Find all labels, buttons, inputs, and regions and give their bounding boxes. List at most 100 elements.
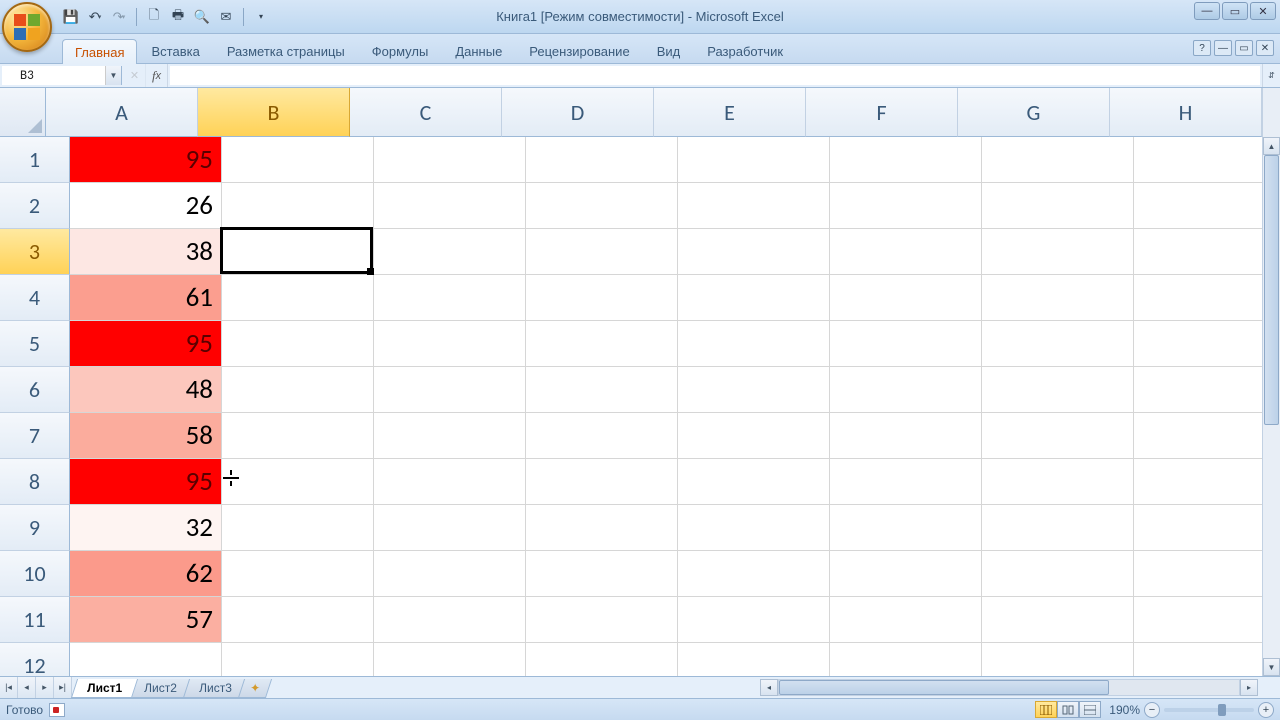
cell-F10[interactable] <box>830 551 982 597</box>
column-header-C[interactable]: C <box>350 88 502 137</box>
cell-C6[interactable] <box>374 367 526 413</box>
column-header-E[interactable]: E <box>654 88 806 137</box>
view-normal-button[interactable] <box>1035 701 1057 718</box>
cell-E3[interactable] <box>678 229 830 275</box>
column-header-A[interactable]: A <box>46 88 198 137</box>
cell-A5[interactable]: 95 <box>70 321 222 367</box>
cell-H8[interactable] <box>1134 459 1262 505</box>
cell-H4[interactable] <box>1134 275 1262 321</box>
cell-E4[interactable] <box>678 275 830 321</box>
office-button[interactable] <box>2 2 62 57</box>
hscroll-left-icon[interactable]: ◂ <box>760 679 778 696</box>
cell-E12[interactable] <box>678 643 830 676</box>
column-header-G[interactable]: G <box>958 88 1110 137</box>
zoom-in-button[interactable]: + <box>1258 702 1274 718</box>
cell-C3[interactable] <box>374 229 526 275</box>
cell-A2[interactable]: 26 <box>70 183 222 229</box>
cell-C4[interactable] <box>374 275 526 321</box>
cell-G4[interactable] <box>982 275 1134 321</box>
cell-E6[interactable] <box>678 367 830 413</box>
horizontal-scrollbar[interactable]: ◂ ▸ <box>760 679 1258 696</box>
row-header-1[interactable]: 1 <box>0 137 70 183</box>
cell-C8[interactable] <box>374 459 526 505</box>
cell-D8[interactable] <box>526 459 678 505</box>
cell-G2[interactable] <box>982 183 1134 229</box>
cell-B7[interactable] <box>222 413 374 459</box>
email-icon[interactable]: ✉ <box>217 8 235 26</box>
cell-G9[interactable] <box>982 505 1134 551</box>
cell-D5[interactable] <box>526 321 678 367</box>
cell-A12[interactable] <box>70 643 222 676</box>
row-header-10[interactable]: 10 <box>0 551 70 597</box>
redo-icon[interactable]: ↷▾ <box>110 8 128 26</box>
cell-B3[interactable] <box>222 229 374 275</box>
cell-H9[interactable] <box>1134 505 1262 551</box>
cell-D12[interactable] <box>526 643 678 676</box>
print-icon[interactable]: 🖶 <box>169 8 187 26</box>
cell-C11[interactable] <box>374 597 526 643</box>
cell-F2[interactable] <box>830 183 982 229</box>
cell-D9[interactable] <box>526 505 678 551</box>
column-header-H[interactable]: H <box>1110 88 1262 137</box>
cell-B8[interactable] <box>222 459 374 505</box>
cell-G11[interactable] <box>982 597 1134 643</box>
cell-A3[interactable]: 38 <box>70 229 222 275</box>
cell-B11[interactable] <box>222 597 374 643</box>
cell-D1[interactable] <box>526 137 678 183</box>
cell-G8[interactable] <box>982 459 1134 505</box>
view-page-layout-button[interactable] <box>1057 701 1079 718</box>
cell-C7[interactable] <box>374 413 526 459</box>
cell-G1[interactable] <box>982 137 1134 183</box>
cell-F6[interactable] <box>830 367 982 413</box>
cell-B1[interactable] <box>222 137 374 183</box>
cell-E5[interactable] <box>678 321 830 367</box>
hscroll-thumb[interactable] <box>779 680 1109 695</box>
macro-record-icon[interactable] <box>49 703 65 717</box>
ribbon-close-icon[interactable]: ✕ <box>1256 40 1274 56</box>
cell-F8[interactable] <box>830 459 982 505</box>
cell-E11[interactable] <box>678 597 830 643</box>
cell-A11[interactable]: 57 <box>70 597 222 643</box>
formula-input[interactable] <box>170 66 1260 85</box>
ribbon-tab-разметка страницы[interactable]: Разметка страницы <box>214 38 358 63</box>
cell-A7[interactable]: 58 <box>70 413 222 459</box>
ribbon-tab-разработчик[interactable]: Разработчик <box>694 38 796 63</box>
cell-H3[interactable] <box>1134 229 1262 275</box>
column-header-F[interactable]: F <box>806 88 958 137</box>
cell-G6[interactable] <box>982 367 1134 413</box>
cell-C9[interactable] <box>374 505 526 551</box>
cell-B6[interactable] <box>222 367 374 413</box>
row-header-4[interactable]: 4 <box>0 275 70 321</box>
row-header-2[interactable]: 2 <box>0 183 70 229</box>
cell-B10[interactable] <box>222 551 374 597</box>
formula-bar-expand-icon[interactable]: ⇵ <box>1262 64 1280 87</box>
cell-E1[interactable] <box>678 137 830 183</box>
ribbon-tab-данные[interactable]: Данные <box>442 38 515 63</box>
cell-E9[interactable] <box>678 505 830 551</box>
hscroll-right-icon[interactable]: ▸ <box>1240 679 1258 696</box>
cell-E8[interactable] <box>678 459 830 505</box>
row-header-5[interactable]: 5 <box>0 321 70 367</box>
row-header-7[interactable]: 7 <box>0 413 70 459</box>
cell-E7[interactable] <box>678 413 830 459</box>
cell-B12[interactable] <box>222 643 374 676</box>
row-header-11[interactable]: 11 <box>0 597 70 643</box>
zoom-out-button[interactable]: − <box>1144 702 1160 718</box>
cell-H7[interactable] <box>1134 413 1262 459</box>
print-preview-icon[interactable]: 🔍 <box>193 8 211 26</box>
help-icon[interactable]: ? <box>1193 40 1211 56</box>
cell-C10[interactable] <box>374 551 526 597</box>
close-button[interactable]: ✕ <box>1250 2 1276 20</box>
row-header-6[interactable]: 6 <box>0 367 70 413</box>
ribbon-minimize-icon[interactable]: — <box>1214 40 1232 56</box>
cell-A1[interactable]: 95 <box>70 137 222 183</box>
cell-B9[interactable] <box>222 505 374 551</box>
maximize-button[interactable]: ▭ <box>1222 2 1248 20</box>
cell-G7[interactable] <box>982 413 1134 459</box>
sheet-nav-first-icon[interactable]: |◂ <box>0 677 18 698</box>
select-all-corner[interactable] <box>0 88 46 137</box>
cell-D2[interactable] <box>526 183 678 229</box>
cell-F5[interactable] <box>830 321 982 367</box>
cell-A10[interactable]: 62 <box>70 551 222 597</box>
worksheet-grid[interactable]: ABCDEFGH 1952263384615956487588959321062… <box>0 88 1280 676</box>
